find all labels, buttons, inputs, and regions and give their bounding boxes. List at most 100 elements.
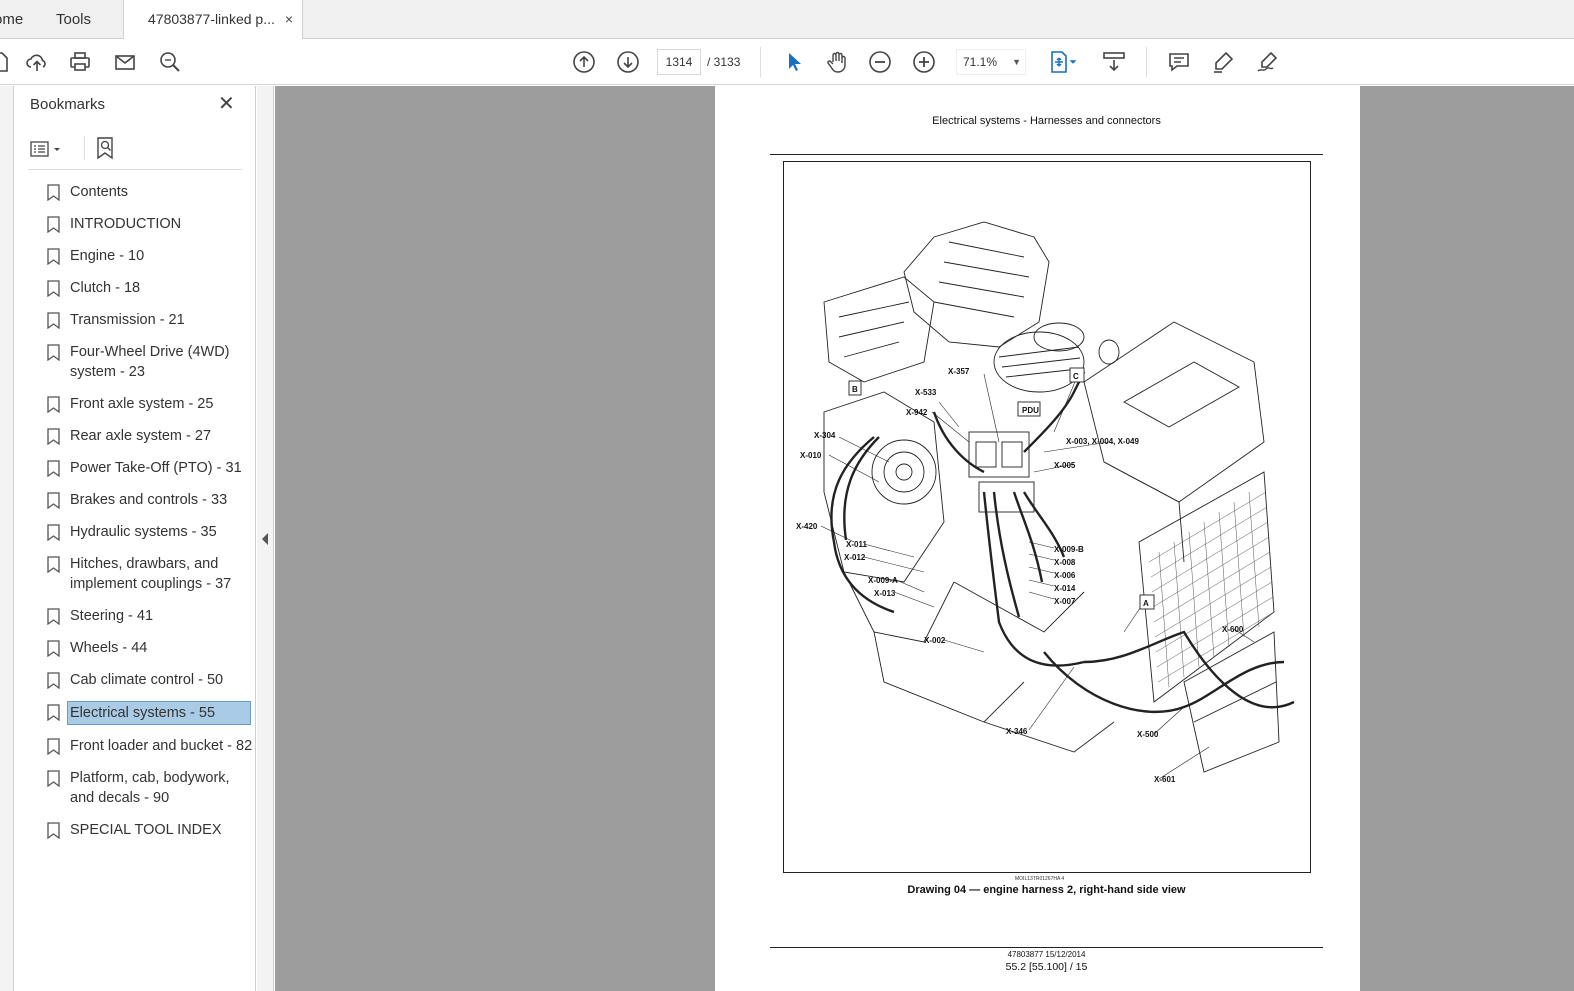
bookmark-icon [47,524,60,541]
toolbar-divider [760,47,761,77]
bookmark-item[interactable]: Power Take-Off (PTO) - 31 [44,458,254,478]
zoom-select[interactable]: 71.1% ▼ [956,49,1026,75]
panel-collapse-handle[interactable] [257,86,274,991]
bookmark-icon [47,216,60,233]
footer-doc-id: 47803877 15/12/2014 [1007,950,1086,959]
toolbar: 1314 / 3133 71.1% ▼ [0,39,1574,85]
left-rail [0,86,14,991]
connector-label: X-357 [948,367,970,376]
bookmark-icon [47,312,60,329]
upload-icon[interactable] [24,49,50,75]
connector-label: X-006 [1054,571,1076,580]
bookmark-icon [47,770,60,787]
bookmark-icon [47,280,60,297]
bookmark-item[interactable]: Brakes and controls - 33 [44,490,254,510]
search-zoom-icon[interactable] [157,49,183,75]
bookmark-icon [47,492,60,509]
connector-label: X-005 [1054,461,1076,470]
bookmark-icon [47,248,60,265]
tab-document[interactable]: 47803877-linked p... × [123,0,303,40]
zoom-in-icon[interactable] [911,49,937,75]
select-cursor-icon[interactable] [781,49,807,75]
bookmark-icon [47,738,60,755]
bookmark-item[interactable]: Clutch - 18 [44,278,254,298]
bookmark-item[interactable]: INTRODUCTION [44,214,254,234]
bookmark-search-icon[interactable] [94,136,118,160]
hand-icon[interactable] [824,49,850,75]
tab-tools[interactable]: Tools [56,0,116,39]
connector-label: X-007 [1054,597,1076,606]
connector-label: X-011 [846,540,867,549]
bookmark-icon [47,428,60,445]
comment-icon[interactable] [1166,49,1192,75]
bookmark-icon [47,672,60,689]
bookmark-label: Cab climate control - 50 [70,672,224,688]
zoom-value: 71.1% [963,55,998,69]
bookmark-item[interactable]: Platform, cab, bodywork, and decals - 90 [44,768,254,808]
collapse-arrow-icon [262,533,268,545]
bookmark-label: Rear axle system - 27 [70,428,212,444]
zoom-out-icon[interactable] [867,49,893,75]
connector-label: X-012 [844,553,866,562]
document-viewport[interactable]: Electrical systems - Harnesses and conne… [275,86,1574,991]
print-icon[interactable] [67,49,93,75]
connector-label: X-420 [796,522,818,531]
bookmark-label: Front loader and bucket - 82 [70,738,253,754]
connector-label: C [1073,372,1079,381]
bookmark-options-icon[interactable] [30,138,64,160]
bookmark-item[interactable]: Front axle system - 25 [44,394,254,414]
bookmark-item[interactable]: Steering - 41 [44,606,254,626]
bookmark-item[interactable]: Wheels - 44 [44,638,254,658]
bookmark-label: Electrical systems - 55 [67,701,251,725]
page-header: Electrical systems - Harnesses and conne… [932,115,1161,127]
bookmark-item[interactable]: Four-Wheel Drive (4WD) system - 23 [44,342,254,382]
bookmark-item[interactable]: SPECIAL TOOL INDEX [44,820,254,840]
connector-label: X-014 [1054,584,1076,593]
page-total: / 3133 [707,55,741,69]
page-up-icon[interactable] [571,49,597,75]
bookmark-item[interactable]: Rear axle system - 27 [44,426,254,446]
engine-harness-drawing: X-357 C X-533 PDU B X-942 X-304 X-003, X-004, X… [783,161,1311,873]
sign-icon[interactable] [1254,49,1280,75]
close-icon[interactable]: ✕ [218,94,235,114]
toolbar-divider [84,136,85,160]
bookmark-label: Transmission - 21 [70,312,185,328]
bookmark-item[interactable]: Hydraulic systems - 35 [44,522,254,542]
bookmark-label: Brakes and controls - 33 [70,492,228,508]
bookmark-label: SPECIAL TOOL INDEX [70,822,222,838]
new-file-icon[interactable] [0,49,12,75]
chevron-down-icon: ▼ [1012,57,1021,67]
bookmark-item[interactable]: Cab climate control - 50 [44,670,254,690]
scroll-mode-icon[interactable] [1101,49,1127,75]
bookmark-list: Contents INTRODUCTION Engine - 10 Clutch - … [44,182,254,852]
connector-label: X-010 [800,451,822,460]
bookmarks-toolbar [28,134,242,170]
tab-close-icon[interactable]: × [285,0,293,39]
bookmark-label: INTRODUCTION [70,216,182,232]
highlight-icon[interactable] [1210,49,1236,75]
bookmark-item[interactable]: Engine - 10 [44,246,254,266]
bookmark-label: Clutch - 18 [70,280,141,296]
bookmark-item[interactable]: Front loader and bucket - 82 [44,736,254,756]
email-icon[interactable] [112,49,138,75]
connector-label: X-009-A [868,576,898,585]
bookmark-icon [47,344,60,361]
page-number-input[interactable]: 1314 [657,49,701,75]
bookmarks-panel: Bookmarks ✕ Contents INTRODUCTION Engine -… [14,86,256,991]
bookmark-item[interactable]: Hitches, drawbars, and implement couplin… [44,554,254,594]
chevron-down-icon[interactable] [1066,49,1080,75]
bookmark-label: Platform, cab, bodywork, and decals - 90 [70,770,230,806]
bookmark-item[interactable]: Contents [44,182,254,202]
connector-label: X-601 [1154,775,1176,784]
page-down-icon[interactable] [615,49,641,75]
connector-label: X-008 [1054,558,1076,567]
bookmark-item[interactable]: Transmission - 21 [44,310,254,330]
bookmark-item[interactable]: Electrical systems - 55 [44,701,254,725]
bookmark-icon [47,556,60,573]
connector-label: X-533 [915,388,937,397]
tab-home[interactable]: ome [0,0,34,39]
footer-page-ref: 55.2 [55.100] / 15 [1005,961,1088,973]
bookmark-label: Front axle system - 25 [70,396,214,412]
bookmark-label: Wheels - 44 [70,640,148,656]
bookmark-label: Four-Wheel Drive (4WD) system - 23 [70,344,230,380]
